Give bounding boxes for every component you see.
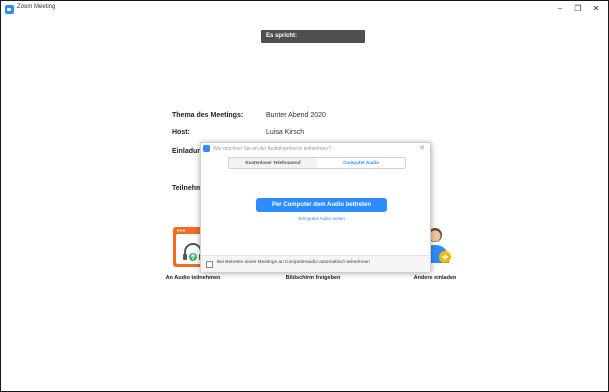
tab-phone-call[interactable]: Kostenloser Telefonanruf bbox=[229, 158, 317, 168]
test-computer-audio-link[interactable]: Computer Audio testen bbox=[256, 216, 387, 221]
dialog-title: Wie möchten Sie an der Audiokonferenz te… bbox=[213, 146, 331, 152]
invite-url-label: Einladun bbox=[172, 148, 202, 155]
title-bar: Zoom Meeting – ❐ ✕ bbox=[1, 1, 608, 17]
host-label: Host: bbox=[172, 129, 190, 136]
tab-computer-audio[interactable]: Computer Audio bbox=[317, 158, 405, 168]
dialog-close-icon[interactable]: ✕ bbox=[419, 144, 425, 152]
join-computer-audio-button[interactable]: Per Computer dem Audio beitreten bbox=[256, 198, 387, 212]
participant-id-label: Teilnehm bbox=[172, 185, 203, 192]
invite-others-label[interactable]: Andere einladen bbox=[395, 275, 475, 281]
meeting-topic-value: Bunter Abend 2020 bbox=[266, 112, 326, 119]
zoom-meeting-window: Zoom Meeting – ❐ ✕ Es spricht: Thema des… bbox=[0, 0, 609, 392]
auto-join-audio-label[interactable]: Bei Betreten eines Meetings an Computera… bbox=[217, 260, 370, 265]
zoom-app-icon bbox=[5, 5, 14, 14]
audio-tabs: Kostenloser Telefonanruf Computer Audio bbox=[228, 157, 406, 169]
active-speaker-label: Es spricht: bbox=[266, 33, 298, 39]
active-speaker-indicator: Es spricht: bbox=[261, 30, 365, 43]
minimize-button[interactable]: – bbox=[553, 3, 567, 15]
close-window-button[interactable]: ✕ bbox=[589, 3, 603, 15]
maximize-button[interactable]: ❐ bbox=[571, 3, 585, 15]
host-value: Luisa Kirsch bbox=[266, 129, 305, 136]
share-screen-label[interactable]: Bildschirm freigeben bbox=[273, 275, 353, 281]
window-title: Zoom Meeting bbox=[17, 4, 56, 10]
auto-join-audio-checkbox[interactable] bbox=[206, 261, 213, 268]
join-audio-dialog: Wie möchten Sie an der Audiokonferenz te… bbox=[200, 142, 431, 272]
dialog-footer: Bei Betreten eines Meetings an Computera… bbox=[201, 255, 430, 272]
join-audio-label[interactable]: An Audio teilnehmen bbox=[153, 275, 233, 281]
zoom-dialog-icon bbox=[203, 145, 210, 152]
meeting-topic-label: Thema des Meetings: bbox=[172, 112, 244, 119]
